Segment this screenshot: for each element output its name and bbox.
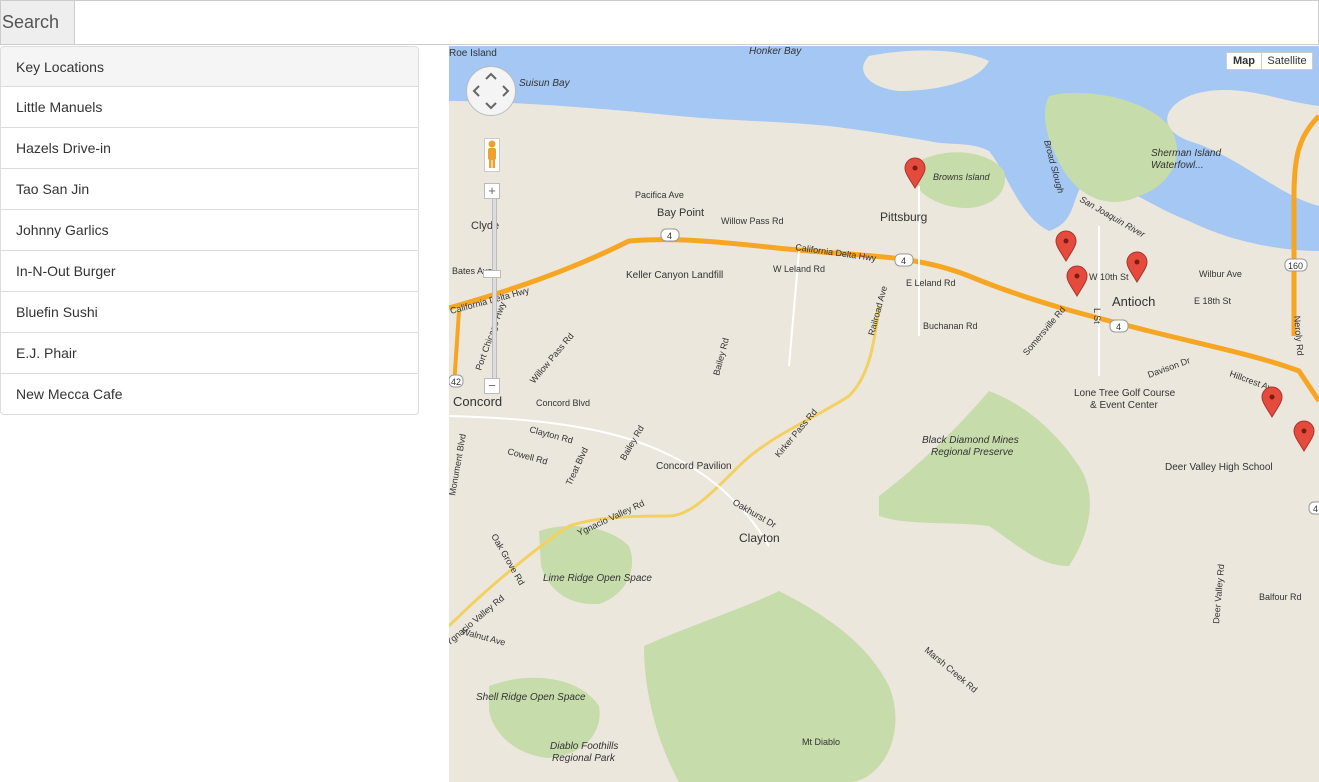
map-label: Lime Ridge Open Space [543,573,652,584]
search-button[interactable]: Search [0,0,75,45]
map-label: Somersville Rd [1021,304,1068,357]
map-label: Concord Pavilion [656,461,732,472]
map-label: Port Chicago Hwy [473,300,507,372]
map-label: Regional Preserve [931,447,1014,458]
search-input[interactable] [75,0,1319,45]
map-label: Wilbur Ave [1199,269,1242,279]
map-label: Concord Blvd [536,398,590,408]
map-label: Keller Canyon Landfill [626,270,723,281]
location-item[interactable]: E.J. Phair [0,333,419,374]
map-marker-icon[interactable] [1126,251,1148,283]
map-marker-icon[interactable] [1293,420,1315,452]
park-area [879,391,1090,566]
map-marker-icon[interactable] [1066,265,1088,297]
map-label: Davison Dr [1146,355,1191,380]
map-view[interactable]: Roe Island Honker Bay Suisun Bay Browns … [449,46,1319,782]
map-label: Clayton Rd [528,424,574,445]
park-area [644,591,896,782]
location-item[interactable]: Tao San Jin [0,169,419,210]
map-label: E Leland Rd [906,278,956,288]
map-label: Honker Bay [749,46,802,57]
map-canvas[interactable]: Roe Island Honker Bay Suisun Bay Browns … [449,46,1319,782]
map-label: Kirker Pass Rd [773,407,819,459]
highway-shield: 42 [451,377,461,387]
map-label: Neroly Rd [1292,315,1305,356]
map-label: Oak Grove Rd [489,532,526,587]
map-label: California Delta Hwy [449,285,531,316]
map-label: Antioch [1112,294,1155,309]
map-label: Walnut Ave [460,626,506,647]
map-label: Pittsburg [880,210,927,224]
map-label: Mt Diablo [802,737,840,747]
map-label: Black Diamond Mines [922,435,1019,446]
location-item[interactable]: Little Manuels [0,87,419,128]
pan-control[interactable] [466,66,516,116]
map-label: Buchanan Rd [923,321,978,331]
map-label: Lone Tree Golf Course [1074,388,1176,399]
map-label: Deer Valley High School [1165,462,1273,473]
zoom-in-button[interactable]: + [484,183,500,199]
map-label: Treat Blvd [564,446,590,487]
location-item[interactable]: In-N-Out Burger [0,251,419,292]
pan-arrows-icon[interactable] [467,67,515,115]
map-label: Shell Ridge Open Space [476,692,586,703]
highway-shield: 4 [901,256,906,266]
map-type-map-button[interactable]: Map [1226,52,1262,70]
map-label: Bailey Rd [711,337,731,377]
zoom-slider-handle[interactable] [483,270,501,278]
map-label: California Delta Hwy [795,242,878,263]
map-label: Suisun Bay [519,78,571,89]
highway-shield: 4 [1313,504,1318,514]
map-label: L St [1092,308,1102,324]
map-label: Pacifica Ave [635,190,684,200]
location-item[interactable]: Bluefin Sushi [0,292,419,333]
map-label: Balfour Rd [1259,592,1302,602]
key-locations-list: Key Locations Little Manuels Hazels Driv… [0,46,419,415]
map-label: Roe Island [449,48,497,59]
highway-shield: 4 [1116,322,1121,332]
map-marker-icon[interactable] [1055,230,1077,262]
map-label: Willow Pass Rd [721,216,784,226]
map-label: Willow Pass Rd [528,331,576,385]
highway-4 [449,237,1319,403]
highway-shield: 160 [1288,261,1303,271]
highway-shield: 4 [667,231,672,241]
street-view-pegman-icon[interactable] [484,138,500,172]
key-locations-header: Key Locations [0,46,419,87]
map-label: E 18th St [1194,296,1232,306]
map-type-satellite-button[interactable]: Satellite [1261,52,1313,70]
map-label: & Event Center [1090,400,1158,411]
search-bar: Search [0,0,1319,45]
map-label: Bay Point [657,207,704,219]
map-label: W Leland Rd [773,264,825,274]
map-label: W 10th St [1089,272,1129,282]
map-label: Railroad Ave [866,285,889,337]
map-label: Cowell Rd [506,446,548,466]
map-label: Marsh Creek Rd [923,645,980,695]
map-marker-icon[interactable] [1261,386,1283,418]
zoom-out-button[interactable]: − [484,378,500,394]
map-label: Monument Blvd [449,433,468,496]
map-label: Concord [453,394,502,409]
map-label: Diablo Foothills [550,741,618,752]
map-label: Browns Island [933,172,991,182]
map-label: Regional Park [552,753,616,764]
map-label: Deer Valley Rd [1211,564,1226,625]
location-item[interactable]: Hazels Drive-in [0,128,419,169]
location-item[interactable]: Johnny Garlics [0,210,419,251]
map-label: Clayton [739,531,780,545]
zoom-slider-track[interactable] [492,198,497,385]
location-item[interactable]: New Mecca Cafe [0,374,419,415]
map-labels: Roe Island Honker Bay Suisun Bay Browns … [449,46,1305,764]
